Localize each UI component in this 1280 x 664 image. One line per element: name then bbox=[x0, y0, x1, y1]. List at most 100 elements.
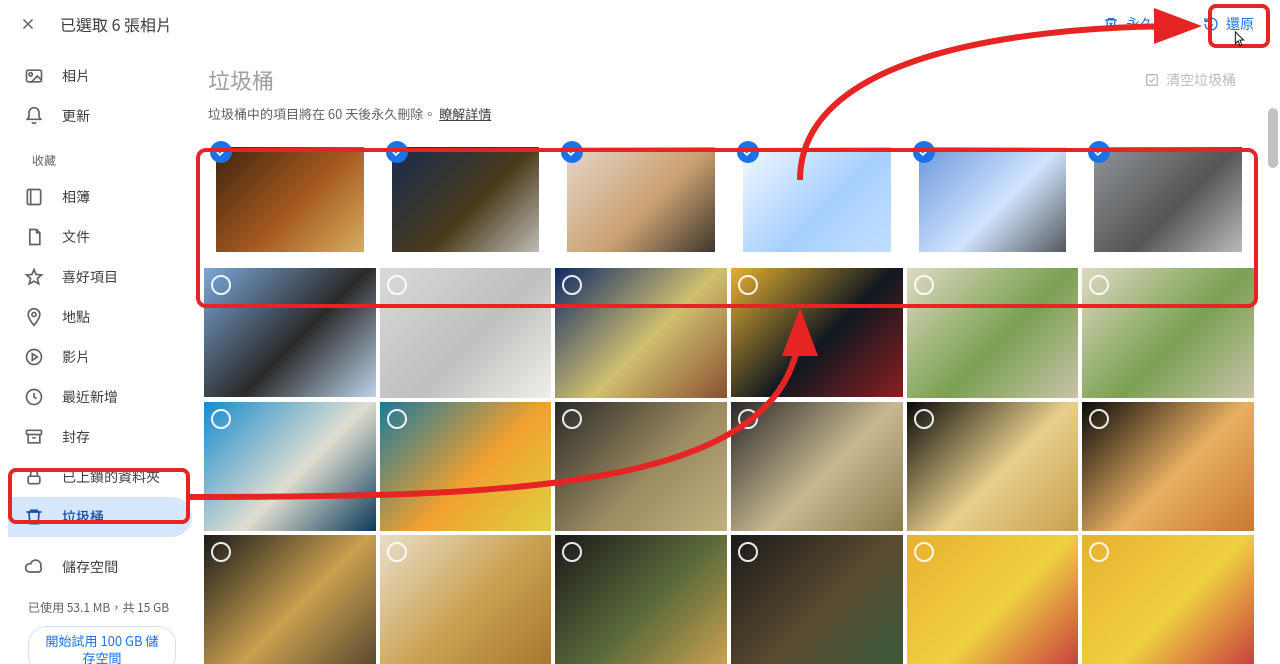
image-icon bbox=[24, 66, 44, 86]
select-circle-icon[interactable] bbox=[1088, 408, 1110, 430]
select-circle-icon[interactable] bbox=[737, 408, 759, 430]
photo-thumbnail[interactable] bbox=[204, 535, 376, 664]
book-icon bbox=[24, 187, 44, 207]
close-selection-button[interactable] bbox=[16, 12, 40, 36]
trash-icon bbox=[24, 507, 44, 527]
sidebar-item-label: 垃圾桶 bbox=[62, 507, 104, 527]
sidebar-item-label: 喜好項目 bbox=[62, 267, 118, 287]
select-circle-icon[interactable] bbox=[386, 274, 408, 296]
sidebar: 相片更新 收藏 相簿文件喜好項目地點影片最近新增封存已上鎖的資料夾垃圾桶 儲存空… bbox=[0, 48, 192, 664]
sidebar-item-label: 更新 bbox=[62, 106, 90, 126]
select-circle-icon[interactable] bbox=[386, 408, 408, 430]
sidebar-section-collection: 收藏 bbox=[8, 136, 192, 177]
selected-check-icon[interactable] bbox=[737, 141, 759, 163]
sidebar-item-archive[interactable]: 封存 bbox=[8, 417, 192, 457]
empty-trash-button[interactable]: 清空垃圾桶 bbox=[1144, 70, 1236, 90]
star-icon bbox=[24, 267, 44, 287]
sidebar-item-locked[interactable]: 已上鎖的資料夾 bbox=[8, 457, 192, 497]
sidebar-item-label: 封存 bbox=[62, 427, 90, 447]
photo-thumbnail[interactable] bbox=[907, 135, 1079, 264]
restore-icon bbox=[1202, 15, 1220, 33]
photo-thumbnail[interactable] bbox=[731, 402, 903, 531]
photo-thumbnail[interactable] bbox=[380, 268, 552, 397]
photo-thumbnail[interactable] bbox=[380, 535, 552, 664]
doc-icon bbox=[24, 227, 44, 247]
restore-button[interactable]: 還原 bbox=[1192, 8, 1264, 40]
info-line: 垃圾桶中的項目將在 60 天後永久刪除。 瞭解詳情 bbox=[204, 104, 1260, 135]
sidebar-item-label: 最近新增 bbox=[62, 387, 118, 407]
close-icon bbox=[19, 15, 37, 33]
select-circle-icon[interactable] bbox=[210, 541, 232, 563]
play-icon bbox=[24, 347, 44, 367]
select-circle-icon[interactable] bbox=[561, 408, 583, 430]
trash-x-icon bbox=[1102, 15, 1120, 33]
selected-check-icon[interactable] bbox=[913, 141, 935, 163]
sidebar-item-places[interactable]: 地點 bbox=[8, 297, 192, 337]
photo-thumbnail[interactable] bbox=[204, 135, 376, 264]
lock-icon bbox=[24, 467, 44, 487]
page-title: 垃圾桶 bbox=[204, 48, 1260, 104]
delete-forever-button[interactable]: 永久刪除 bbox=[1092, 8, 1192, 40]
restore-label: 還原 bbox=[1226, 14, 1254, 34]
photo-thumbnail[interactable] bbox=[204, 402, 376, 531]
select-circle-icon[interactable] bbox=[913, 541, 935, 563]
photo-thumbnail[interactable] bbox=[1082, 135, 1254, 264]
photo-thumbnail[interactable] bbox=[731, 135, 903, 264]
sidebar-item-albums[interactable]: 相簿 bbox=[8, 177, 192, 217]
photo-thumbnail[interactable] bbox=[204, 268, 376, 397]
empty-trash-label: 清空垃圾桶 bbox=[1166, 70, 1236, 90]
photo-thumbnail[interactable] bbox=[555, 135, 727, 264]
photo-thumbnail[interactable] bbox=[731, 268, 903, 397]
delete-forever-label: 永久刪除 bbox=[1126, 14, 1182, 34]
check-box-icon bbox=[1144, 72, 1160, 88]
sidebar-item-photos[interactable]: 相片 bbox=[8, 56, 192, 96]
sidebar-item-label: 文件 bbox=[62, 227, 90, 247]
photo-thumbnail[interactable] bbox=[1082, 268, 1254, 397]
select-circle-icon[interactable] bbox=[913, 274, 935, 296]
pin-icon bbox=[24, 307, 44, 327]
photo-thumbnail[interactable] bbox=[731, 535, 903, 664]
archive-icon bbox=[24, 427, 44, 447]
sidebar-item-label: 儲存空間 bbox=[62, 557, 118, 577]
photo-thumbnail[interactable] bbox=[555, 402, 727, 531]
bell-icon bbox=[24, 106, 44, 126]
photo-thumbnail[interactable] bbox=[907, 402, 1079, 531]
storage-used-text: 已使用 53.1 MB，共 15 GB bbox=[28, 599, 176, 616]
photo-thumbnail[interactable] bbox=[380, 402, 552, 531]
select-circle-icon[interactable] bbox=[737, 541, 759, 563]
sidebar-item-storage[interactable]: 儲存空間 bbox=[8, 547, 192, 587]
photo-thumbnail[interactable] bbox=[907, 535, 1079, 664]
select-circle-icon[interactable] bbox=[1088, 541, 1110, 563]
photo-thumbnail[interactable] bbox=[1082, 402, 1254, 531]
photo-grid bbox=[204, 135, 1260, 664]
select-circle-icon[interactable] bbox=[210, 408, 232, 430]
clock-icon bbox=[24, 387, 44, 407]
selection-count-text: 已選取 6 張相片 bbox=[60, 12, 172, 36]
select-circle-icon[interactable] bbox=[386, 541, 408, 563]
photo-thumbnail[interactable] bbox=[555, 535, 727, 664]
sidebar-item-videos[interactable]: 影片 bbox=[8, 337, 192, 377]
sidebar-item-trash[interactable]: 垃圾桶 bbox=[8, 497, 192, 537]
storage-upgrade-button[interactable]: 開始試用 100 GB 儲存空間 bbox=[28, 626, 176, 664]
sidebar-item-recent[interactable]: 最近新增 bbox=[8, 377, 192, 417]
scrollbar[interactable] bbox=[1268, 108, 1278, 656]
cloud-icon bbox=[24, 557, 44, 577]
photo-thumbnail[interactable] bbox=[907, 268, 1079, 397]
selected-check-icon[interactable] bbox=[1088, 141, 1110, 163]
learn-more-link[interactable]: 瞭解詳情 bbox=[439, 104, 491, 123]
photo-thumbnail[interactable] bbox=[555, 268, 727, 397]
scrollbar-thumb[interactable] bbox=[1268, 108, 1278, 168]
sidebar-item-label: 已上鎖的資料夾 bbox=[62, 467, 160, 487]
select-circle-icon[interactable] bbox=[561, 541, 583, 563]
photo-thumbnail[interactable] bbox=[380, 135, 552, 264]
selected-check-icon[interactable] bbox=[210, 141, 232, 163]
sidebar-item-updates[interactable]: 更新 bbox=[8, 96, 192, 136]
selected-check-icon[interactable] bbox=[386, 141, 408, 163]
sidebar-item-documents[interactable]: 文件 bbox=[8, 217, 192, 257]
sidebar-item-favorites[interactable]: 喜好項目 bbox=[8, 257, 192, 297]
photo-thumbnail[interactable] bbox=[1082, 535, 1254, 664]
sidebar-item-label: 地點 bbox=[62, 307, 90, 327]
selected-check-icon[interactable] bbox=[561, 141, 583, 163]
sidebar-item-label: 相簿 bbox=[62, 187, 90, 207]
select-circle-icon[interactable] bbox=[913, 408, 935, 430]
